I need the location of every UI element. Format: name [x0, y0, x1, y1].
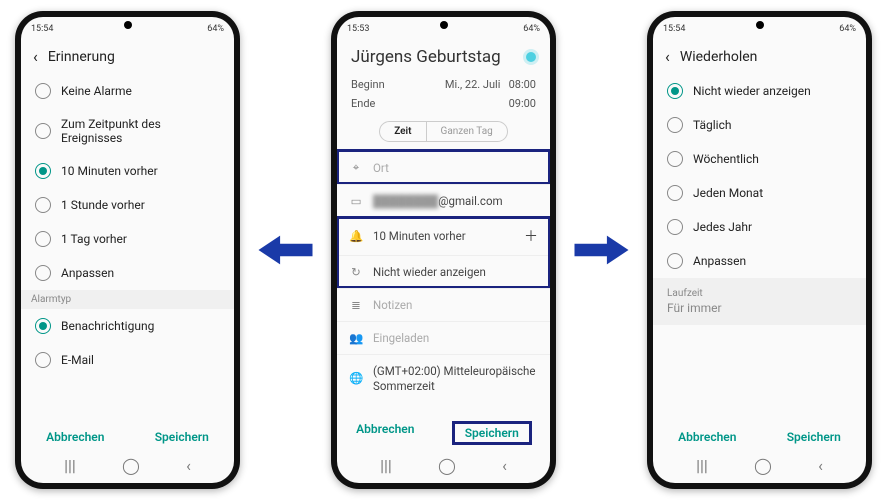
android-navbar: ||| ◯ ‹	[21, 450, 234, 483]
status-time: 15:54	[31, 24, 53, 34]
phone-reminder: 15:54 64% ‹ Erinnerung Keine Alarme Zum …	[15, 11, 240, 489]
status-icons: 64%	[207, 24, 224, 34]
repeat-option[interactable]: Jedes Jahr	[659, 210, 860, 244]
phone-repeat: 15:54 64% ‹ Wiederholen Nicht wieder anz…	[647, 11, 872, 489]
reminder-option[interactable]: Zum Zeitpunkt des Ereignisses	[27, 108, 228, 154]
nav-home-icon[interactable]: ◯	[754, 456, 772, 475]
repeat-icon: ↻	[349, 265, 363, 279]
account-blurred: ████████	[373, 194, 438, 208]
event-times[interactable]: Beginn Mi., 22. Juli 08:00 Ende 09:00	[337, 71, 550, 121]
nav-back-icon[interactable]: ‹	[186, 456, 191, 475]
reminder-option[interactable]: 1 Tag vorher	[27, 222, 228, 256]
repeat-option[interactable]: Täglich	[659, 108, 860, 142]
repeat-option[interactable]: Anpassen	[659, 244, 860, 278]
end-label: Ende	[351, 97, 375, 110]
camera-cutout	[440, 21, 448, 29]
arrow-left	[258, 232, 313, 268]
header-title: Erinnerung	[48, 49, 115, 65]
repeat-option[interactable]: Nicht wieder anzeigen	[659, 74, 860, 108]
save-button[interactable]: Speichern	[453, 422, 531, 444]
begin-label: Beginn	[351, 78, 385, 91]
duration-row[interactable]: Laufzeit Für immer	[653, 278, 866, 325]
status-time: 15:54	[663, 24, 685, 34]
event-title[interactable]: Jürgens Geburtstag	[351, 47, 501, 67]
reminder-option[interactable]: Anpassen	[27, 256, 228, 290]
save-button[interactable]: Speichern	[155, 430, 209, 444]
notes-row[interactable]: ≣ Notizen	[337, 288, 550, 321]
cancel-button[interactable]: Abbrechen	[46, 430, 104, 444]
calendar-account-icon: ▭	[349, 194, 363, 208]
nav-home-icon[interactable]: ◯	[122, 456, 140, 475]
phone-event-edit: 15:53 64% Jürgens Geburtstag Beginn Mi.,…	[331, 11, 556, 489]
back-icon[interactable]: ‹	[33, 47, 38, 66]
cancel-button[interactable]: Abbrechen	[678, 430, 736, 444]
event-color-dot[interactable]	[526, 52, 536, 62]
reminder-row[interactable]: 🔔 10 Minuten vorher ＋	[337, 217, 550, 255]
nav-back-icon[interactable]: ‹	[818, 456, 823, 475]
battery-text: 64%	[207, 24, 224, 34]
battery-text: 64%	[523, 24, 540, 34]
reminder-options: Keine Alarme Zum Zeitpunkt des Ereigniss…	[21, 74, 234, 290]
reminder-option[interactable]: 10 Minuten vorher	[27, 154, 228, 188]
header-title: Wiederholen	[680, 49, 758, 65]
status-time: 15:53	[347, 24, 369, 34]
add-reminder-icon[interactable]: ＋	[524, 226, 538, 246]
nav-recent-icon[interactable]: |||	[696, 456, 708, 475]
repeat-row[interactable]: ↻ Nicht wieder anzeigen	[337, 255, 550, 288]
people-icon: 👥	[349, 331, 363, 345]
camera-cutout	[756, 21, 764, 29]
repeat-option[interactable]: Wöchentlich	[659, 142, 860, 176]
notes-icon: ≣	[349, 298, 363, 312]
repeat-options: Nicht wieder anzeigen Täglich Wöchentlic…	[653, 74, 866, 278]
screen-header: ‹ Erinnerung	[21, 39, 234, 74]
account-row[interactable]: ▭ ████████@gmail.com	[337, 184, 550, 217]
alarmtyp-option[interactable]: Benachrichtigung	[27, 309, 228, 343]
timezone-row[interactable]: 🌐 (GMT+02:00) Mitteleuropäische Sommerze…	[337, 354, 550, 403]
camera-cutout	[124, 21, 132, 29]
location-row[interactable]: ⌖ Ort	[337, 150, 550, 184]
android-navbar: ||| ◯ ‹	[337, 450, 550, 483]
alarmtyp-option[interactable]: E-Mail	[27, 343, 228, 377]
reminder-option[interactable]: Keine Alarme	[27, 74, 228, 108]
back-icon[interactable]: ‹	[665, 47, 670, 66]
nav-back-icon[interactable]: ‹	[502, 456, 507, 475]
location-icon: ⌖	[349, 160, 363, 175]
invited-row[interactable]: 👥 Eingeladen	[337, 321, 550, 354]
nav-home-icon[interactable]: ◯	[438, 456, 456, 475]
android-navbar: ||| ◯ ‹	[653, 450, 866, 483]
alarmtyp-label: Alarmtyp	[21, 290, 234, 309]
battery-text: 64%	[839, 24, 856, 34]
repeat-option[interactable]: Jeden Monat	[659, 176, 860, 210]
reminder-option[interactable]: 1 Stunde vorher	[27, 188, 228, 222]
screen-header: ‹ Wiederholen	[653, 39, 866, 74]
bell-icon: 🔔	[349, 229, 363, 243]
nav-recent-icon[interactable]: |||	[64, 456, 76, 475]
arrow-right	[574, 232, 629, 268]
nav-recent-icon[interactable]: |||	[380, 456, 392, 475]
globe-icon: 🌐	[349, 371, 363, 386]
time-allday-segment[interactable]: Zeit Ganzen Tag	[337, 121, 550, 150]
cancel-button[interactable]: Abbrechen	[356, 422, 414, 444]
save-button[interactable]: Speichern	[787, 430, 841, 444]
